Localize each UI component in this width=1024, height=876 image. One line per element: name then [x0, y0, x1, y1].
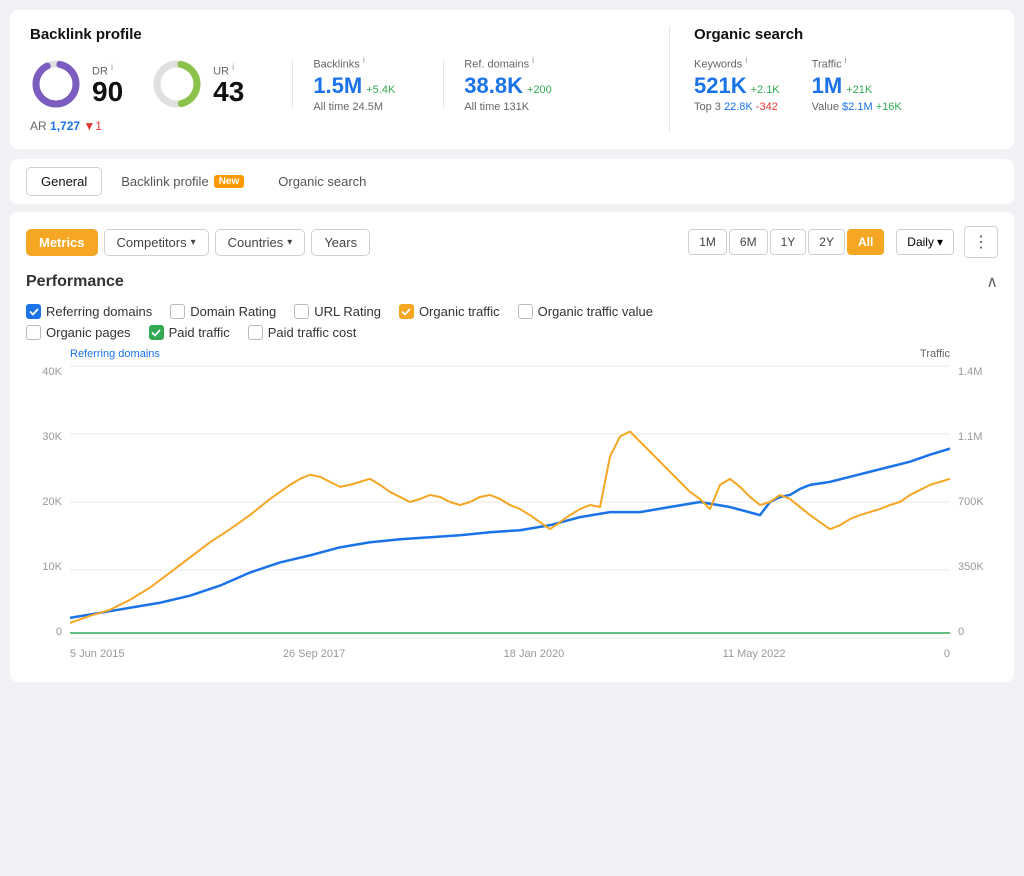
time-1y[interactable]: 1Y: [770, 229, 807, 255]
keywords-subtext: Top 3 22.8K -342: [694, 101, 780, 113]
time-period-group: 1M 6M 1Y 2Y All: [688, 229, 884, 255]
time-6m[interactable]: 6M: [729, 229, 768, 255]
traffic-value: 1M: [812, 73, 843, 99]
keywords-delta: +2.1K: [751, 84, 780, 96]
ar-value[interactable]: 1,727: [50, 119, 80, 133]
chart-area: Referring domains Traffic 40K 30K 20K 10…: [26, 348, 998, 668]
ref-domains-delta: +200: [527, 84, 552, 96]
metrics-button[interactable]: Metrics: [26, 229, 98, 256]
collapse-icon[interactable]: ∧: [986, 272, 998, 292]
y-left-label: Referring domains: [70, 348, 160, 360]
time-2y[interactable]: 2Y: [808, 229, 845, 255]
tab-organic-search[interactable]: Organic search: [263, 167, 381, 196]
y-right-label: Traffic: [920, 348, 950, 360]
backlinks-value: 1.5M: [313, 73, 362, 99]
checkboxes-container: Referring domains Domain Rating URL Rati…: [26, 304, 998, 340]
backlinks-label: Backlinks i: [313, 55, 395, 71]
dr-donut-chart: [30, 58, 82, 110]
x-tick-2: 18 Jan 2020: [504, 648, 565, 660]
checkbox-organic-traffic[interactable]: Organic traffic: [399, 304, 500, 319]
backlink-title: Backlink profile: [30, 26, 649, 43]
traffic-delta: +21K: [846, 84, 872, 96]
more-options-button[interactable]: ⋮: [964, 226, 998, 258]
checkbox-domain-rating[interactable]: Domain Rating: [170, 304, 276, 319]
checkbox-organic-traffic-value[interactable]: Organic traffic value: [518, 304, 653, 319]
new-badge: New: [214, 175, 245, 188]
checkbox-label-organic-traffic-value: Organic traffic value: [538, 304, 653, 319]
tab-backlink-profile[interactable]: Backlink profile New: [106, 167, 259, 196]
checkbox-paid-traffic[interactable]: Paid traffic: [149, 325, 230, 340]
checkbox-label-referring-domains: Referring domains: [46, 304, 152, 319]
x-axis: 5 Jun 2015 26 Sep 2017 18 Jan 2020 11 Ma…: [70, 640, 950, 668]
checkbox-referring-domains[interactable]: Referring domains: [26, 304, 152, 319]
checkbox-label-domain-rating: Domain Rating: [190, 304, 276, 319]
ar-delta: ▼1: [83, 119, 102, 133]
ref-domains-value: 38.8K: [464, 73, 523, 99]
y-axis-right: 1.4M 1.1M 700K 350K 0: [954, 366, 998, 638]
checkbox-organic-pages[interactable]: Organic pages: [26, 325, 131, 340]
chart-svg-container: [70, 366, 950, 638]
time-all[interactable]: All: [847, 229, 884, 255]
granularity-button[interactable]: Daily ▾: [896, 229, 954, 255]
countries-arrow-icon: ▾: [287, 237, 292, 248]
keywords-label: Keywords i: [694, 55, 780, 71]
checkbox-paid-traffic-cost[interactable]: Paid traffic cost: [248, 325, 357, 340]
x-tick-0: 5 Jun 2015: [70, 648, 124, 660]
checkbox-label-paid-traffic-cost: Paid traffic cost: [268, 325, 357, 340]
checkbox-label-paid-traffic: Paid traffic: [169, 325, 230, 340]
competitors-arrow-icon: ▾: [191, 237, 196, 248]
x-tick-4: 0: [944, 648, 950, 660]
checkbox-label-organic-traffic: Organic traffic: [419, 304, 500, 319]
granularity-arrow-icon: ▾: [937, 235, 943, 249]
dr-value: 90: [92, 78, 123, 106]
ref-domains-label: Ref. domains i: [464, 55, 552, 71]
organic-title: Organic search: [694, 26, 994, 43]
ref-domains-subtext: All time 131K: [464, 101, 552, 113]
years-button[interactable]: Years: [311, 229, 370, 256]
tab-general[interactable]: General: [26, 167, 102, 196]
time-1m[interactable]: 1M: [688, 229, 727, 255]
countries-button[interactable]: Countries ▾: [215, 229, 306, 256]
checkbox-label-url-rating: URL Rating: [314, 304, 381, 319]
performance-title: Performance: [26, 273, 124, 291]
ur-donut-chart: [151, 58, 203, 110]
y-axis-left: 40K 30K 20K 10K 0: [26, 366, 66, 638]
x-tick-3: 11 May 2022: [723, 648, 786, 660]
traffic-label: Traffic i: [812, 55, 902, 71]
backlinks-subtext: All time 24.5M: [313, 101, 395, 113]
checkbox-label-organic-pages: Organic pages: [46, 325, 131, 340]
checkbox-url-rating[interactable]: URL Rating: [294, 304, 381, 319]
keywords-value: 521K: [694, 73, 747, 99]
backlinks-delta: +5.4K: [366, 84, 395, 96]
x-tick-1: 26 Sep 2017: [283, 648, 345, 660]
traffic-subtext: Value $2.1M +16K: [812, 101, 902, 113]
competitors-button[interactable]: Competitors ▾: [104, 229, 209, 256]
ar-row: AR 1,727 ▼1: [30, 119, 649, 133]
ur-value: 43: [213, 78, 244, 106]
